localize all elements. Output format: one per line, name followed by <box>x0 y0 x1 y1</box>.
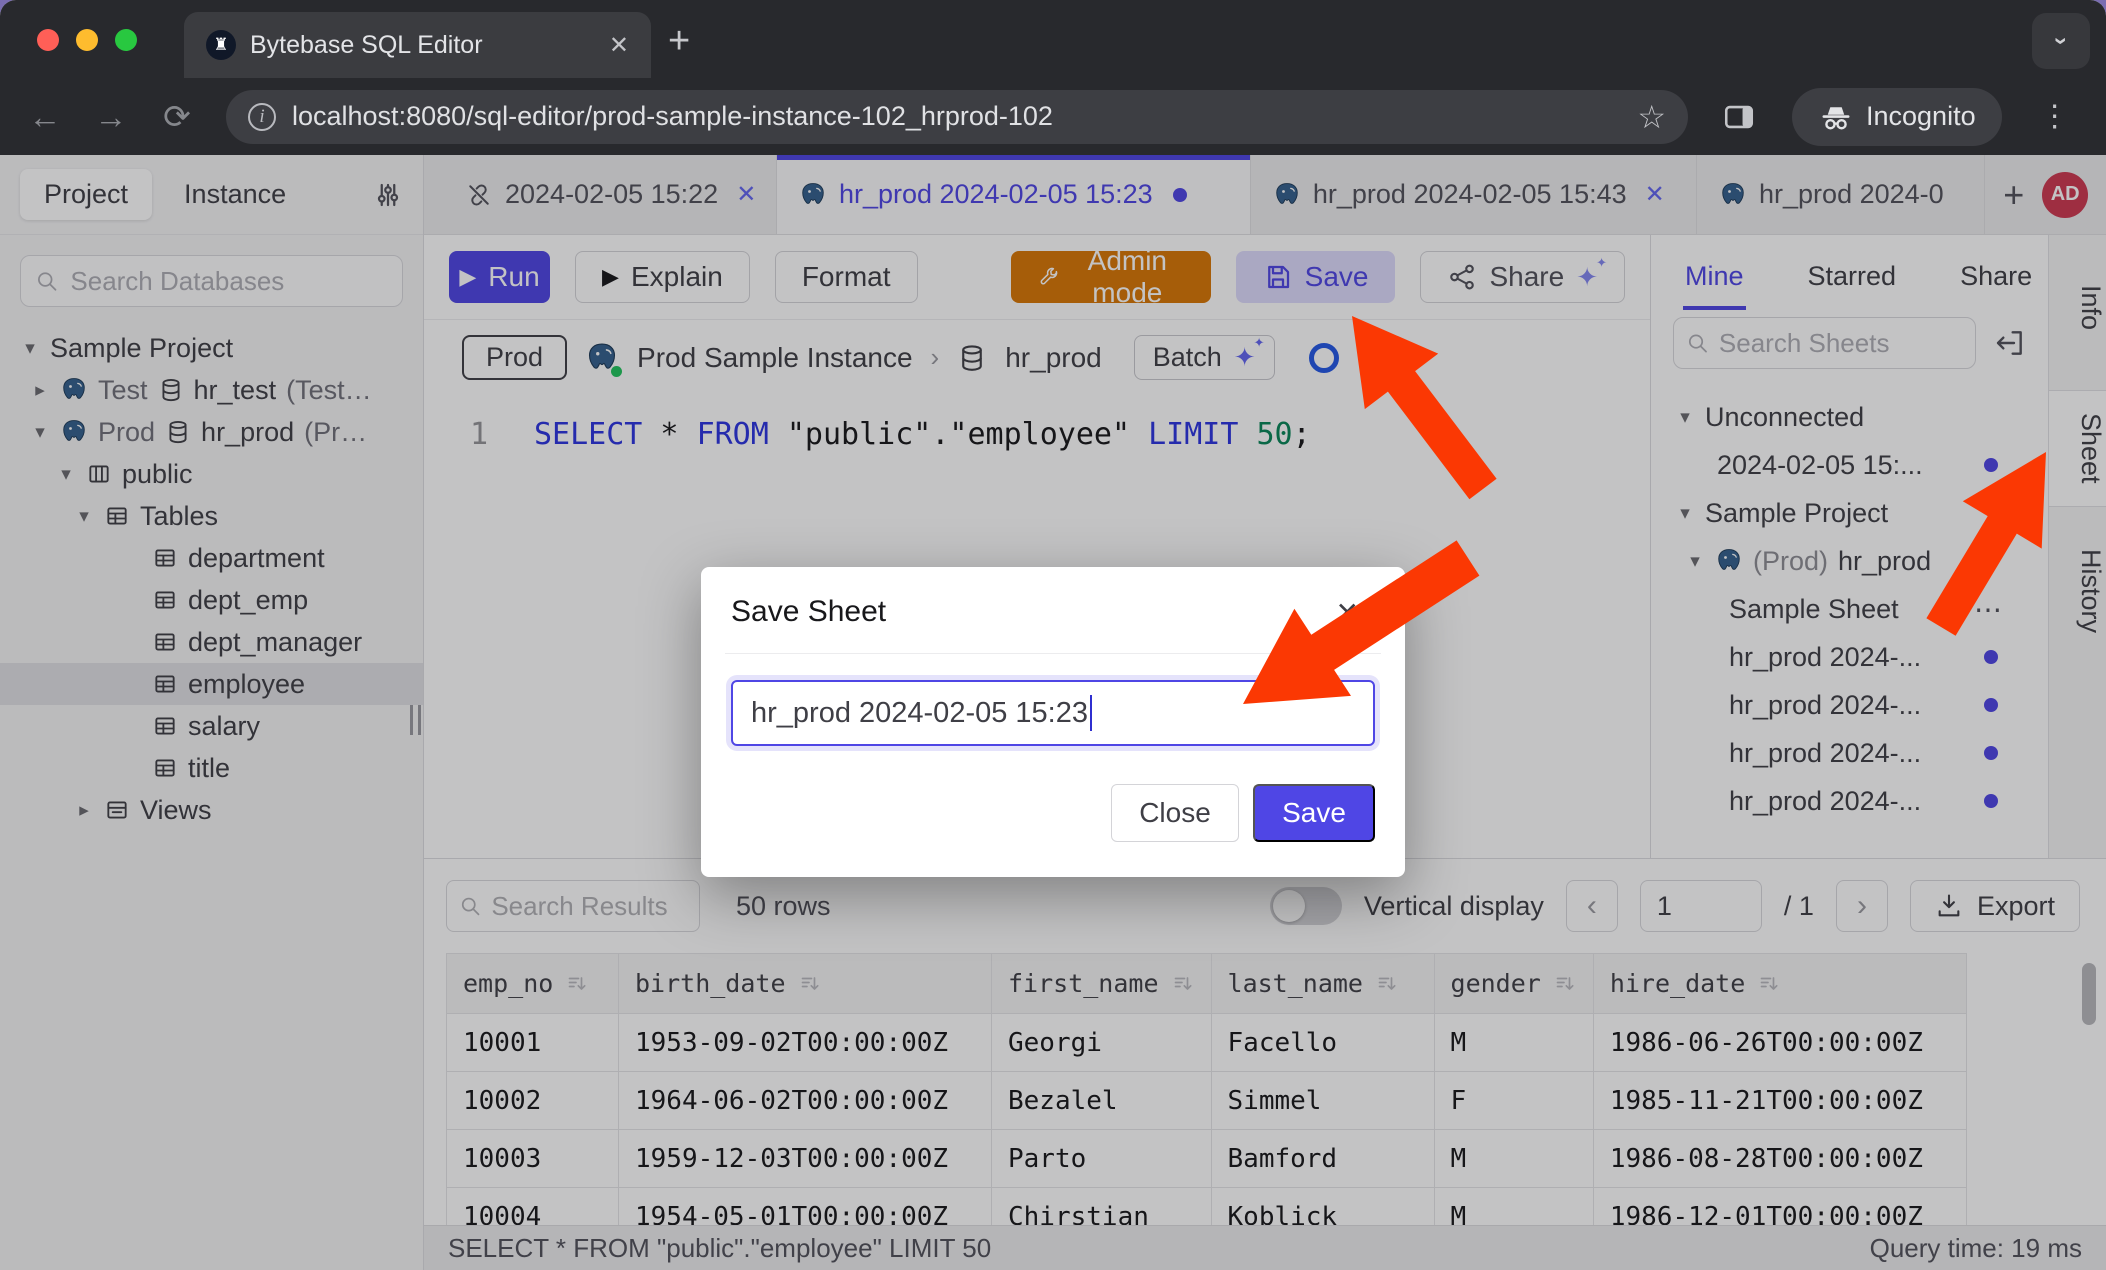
browser-menu-icon[interactable]: ⋮ <box>2040 99 2070 134</box>
incognito-badge: Incognito <box>1792 88 2002 146</box>
close-tab-icon[interactable]: ✕ <box>609 31 629 60</box>
sheet-name-value: hr_prod 2024-02-05 15:23 <box>751 697 1088 730</box>
new-tab-button[interactable]: + <box>668 22 690 60</box>
browser-tabstrip: ♜ Bytebase SQL Editor ✕ + › <box>0 0 2106 78</box>
text-cursor <box>1090 695 1092 731</box>
incognito-label: Incognito <box>1866 101 1976 132</box>
bytebase-app: Project Instance ▾Sample Project▸Testhr_… <box>0 155 2106 1270</box>
browser-tab[interactable]: ♜ Bytebase SQL Editor ✕ <box>184 12 651 78</box>
dialog-close-icon[interactable]: ✕ <box>1336 596 1359 629</box>
back-button[interactable]: ← <box>12 98 78 136</box>
bookmark-star-icon[interactable]: ☆ <box>1637 98 1666 136</box>
sheet-name-input[interactable]: hr_prod 2024-02-05 15:23 <box>731 680 1375 746</box>
minimize-window-button[interactable] <box>76 29 98 51</box>
bytebase-favicon-icon: ♜ <box>206 30 236 60</box>
browser-window: ♜ Bytebase SQL Editor ✕ + › ← → ⟳ i loca… <box>0 0 2106 1270</box>
reload-button[interactable]: ⟳ <box>144 97 210 136</box>
forward-button[interactable]: → <box>78 98 144 136</box>
side-panel-icon[interactable] <box>1722 100 1756 134</box>
divider <box>725 653 1381 654</box>
dialog-close-button[interactable]: Close <box>1111 784 1239 842</box>
chevron-down-icon: › <box>2047 37 2075 45</box>
incognito-icon <box>1818 99 1854 135</box>
address-bar[interactable]: i localhost:8080/sql-editor/prod-sample-… <box>226 90 1688 144</box>
browser-tab-title: Bytebase SQL Editor <box>250 31 595 60</box>
close-window-button[interactable] <box>37 29 59 51</box>
save-sheet-dialog: Save Sheet ✕ hr_prod 2024-02-05 15:23 Cl… <box>701 567 1405 877</box>
site-info-icon[interactable]: i <box>248 103 276 131</box>
traffic-lights <box>37 29 137 51</box>
dialog-title: Save Sheet <box>731 595 886 629</box>
tab-search-button[interactable]: › <box>2032 13 2090 69</box>
dialog-save-button[interactable]: Save <box>1253 784 1375 842</box>
url-text[interactable]: localhost:8080/sql-editor/prod-sample-in… <box>292 101 1621 132</box>
maximize-window-button[interactable] <box>115 29 137 51</box>
screen: ♜ Bytebase SQL Editor ✕ + › ← → ⟳ i loca… <box>0 0 2106 1270</box>
browser-toolbar: ← → ⟳ i localhost:8080/sql-editor/prod-s… <box>0 78 2106 155</box>
